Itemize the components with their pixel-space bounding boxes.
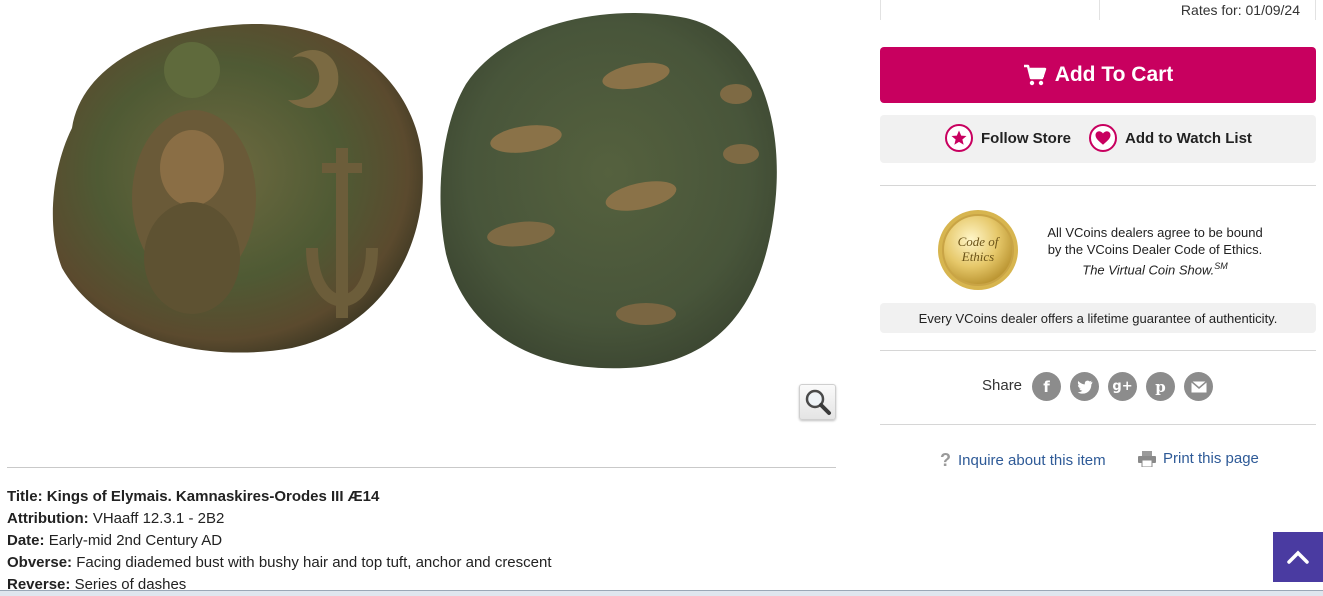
coin-obverse-image[interactable] bbox=[42, 18, 428, 356]
item-links: ? Inquire about this item Print this pag… bbox=[880, 448, 1316, 472]
details-divider bbox=[7, 467, 836, 468]
detail-title-label: Title: bbox=[7, 488, 43, 505]
share-icons: f g+ p bbox=[1032, 372, 1213, 401]
ethics-text: All VCoins dealers agree to be bound by … bbox=[1030, 224, 1280, 278]
cart-icon bbox=[1023, 64, 1046, 86]
magnifier-icon bbox=[805, 389, 831, 415]
detail-date-value: Early-mid 2nd Century AD bbox=[48, 532, 223, 549]
zoom-button[interactable] bbox=[799, 384, 836, 420]
seal-line1: Code of bbox=[958, 234, 1001, 249]
follow-store-button[interactable]: Follow Store bbox=[945, 124, 1071, 152]
add-to-cart-label: Add To Cart bbox=[1054, 63, 1174, 86]
print-label: Print this page bbox=[1163, 450, 1259, 467]
detail-title: Title: Kings of Elymais. Kamnaskires-Oro… bbox=[7, 486, 837, 508]
print-link[interactable]: Print this page bbox=[1138, 450, 1259, 467]
ethics-section: Code of Ethics All VCoins dealers agree … bbox=[880, 196, 1316, 296]
share-section: Share f g+ p bbox=[880, 370, 1316, 404]
follow-box: Follow Store Add to Watch List bbox=[880, 115, 1316, 163]
facebook-icon[interactable]: f bbox=[1032, 372, 1061, 401]
rates-separator bbox=[1099, 0, 1100, 20]
detail-attribution-value: VHaaff 12.3.1 - 2B2 bbox=[92, 510, 225, 527]
divider-2 bbox=[880, 350, 1316, 351]
seal-line2: Ethics bbox=[961, 249, 995, 264]
star-icon bbox=[945, 124, 973, 152]
detail-attribution-label: Attribution: bbox=[7, 510, 89, 527]
detail-obverse: Obverse: Facing diademed bust with bushy… bbox=[7, 552, 837, 574]
heart-icon bbox=[1089, 124, 1117, 152]
inquire-label: Inquire about this item bbox=[958, 452, 1106, 469]
twitter-icon[interactable] bbox=[1070, 372, 1099, 401]
detail-date: Date: Early-mid 2nd Century AD bbox=[7, 530, 837, 552]
follow-store-label: Follow Store bbox=[981, 129, 1071, 147]
coin-reverse-image[interactable] bbox=[436, 4, 782, 370]
ethics-line3: The Virtual Coin Show.SM bbox=[1030, 258, 1280, 278]
coin-image-area bbox=[0, 0, 840, 440]
ethics-line1: All VCoins dealers agree to be bound bbox=[1047, 225, 1263, 240]
detail-title-value: Kings of Elymais. Kamnaskires-Orodes III… bbox=[46, 488, 380, 505]
item-details: Title: Kings of Elymais. Kamnaskires-Oro… bbox=[7, 486, 837, 596]
rates-date: Rates for: 01/09/24 bbox=[1180, 2, 1300, 18]
share-label: Share bbox=[982, 377, 1023, 394]
email-icon[interactable] bbox=[1184, 372, 1213, 401]
pinterest-icon[interactable]: p bbox=[1146, 372, 1175, 401]
detail-obverse-label: Obverse: bbox=[7, 554, 73, 571]
add-to-cart-button[interactable]: Add To Cart bbox=[880, 47, 1316, 103]
divider-3 bbox=[880, 424, 1316, 425]
authenticity-guarantee: Every VCoins dealer offers a lifetime gu… bbox=[880, 303, 1316, 333]
rates-box: Rates for: 01/09/24 bbox=[880, 0, 1316, 20]
chevron-up-icon bbox=[1287, 550, 1309, 564]
watch-list-label: Add to Watch List bbox=[1125, 129, 1252, 147]
question-icon: ? bbox=[940, 450, 951, 470]
watch-list-button[interactable]: Add to Watch List bbox=[1089, 124, 1252, 152]
ethics-line3-text: The Virtual Coin Show. bbox=[1082, 262, 1215, 278]
google-plus-icon[interactable]: g+ bbox=[1108, 372, 1137, 401]
divider-1 bbox=[880, 185, 1316, 186]
service-mark: SM bbox=[1214, 261, 1228, 271]
detail-date-label: Date: bbox=[7, 532, 45, 549]
ethics-line2: by the VCoins Dealer Code of Ethics. bbox=[1047, 242, 1263, 257]
detail-obverse-value: Facing diademed bust with bushy hair and… bbox=[76, 554, 552, 571]
back-to-top-button[interactable] bbox=[1273, 532, 1323, 582]
printer-icon bbox=[1138, 450, 1156, 467]
bottom-taskbar-strip bbox=[0, 590, 1323, 596]
detail-attribution: Attribution: VHaaff 12.3.1 - 2B2 bbox=[7, 508, 837, 530]
code-of-ethics-seal[interactable]: Code of Ethics bbox=[936, 208, 1020, 292]
inquire-link[interactable]: ? Inquire about this item bbox=[940, 450, 1106, 471]
